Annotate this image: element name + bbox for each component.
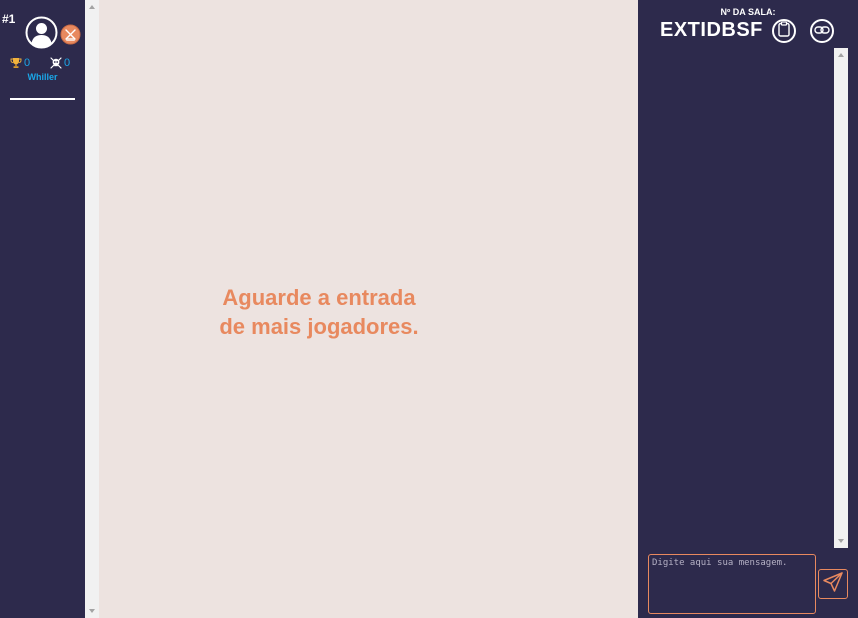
player-divider	[10, 98, 75, 100]
game-canvas[interactable]: Aguarde a entrada de mais jogadores.	[99, 0, 638, 618]
scroll-up-arrow[interactable]	[85, 0, 99, 14]
chat-message-input[interactable]	[648, 554, 816, 614]
chat-messages	[638, 48, 834, 548]
wins-count: 0	[24, 57, 31, 69]
send-message-button[interactable]	[818, 569, 848, 599]
share-link-button[interactable]	[810, 19, 834, 43]
room-panel: Nº DA SALA: EXTIDBSF	[638, 0, 858, 618]
chat-scrollbar[interactable]	[834, 48, 848, 548]
scroll-up-arrow[interactable]	[834, 48, 848, 62]
skull-icon	[50, 57, 62, 69]
player-name: Whiller	[27, 72, 58, 82]
waiting-message: Aguarde a entrada de mais jogadores.	[99, 283, 539, 341]
wins-stat: 0	[10, 57, 30, 69]
link-icon	[814, 22, 830, 40]
trophy-icon	[10, 57, 22, 69]
copy-room-button[interactable]	[772, 19, 796, 43]
scroll-down-arrow[interactable]	[834, 534, 848, 548]
clipboard-icon	[777, 20, 791, 42]
room-code: EXTIDBSF	[660, 19, 763, 41]
kills-count: 0	[64, 57, 71, 69]
scroll-down-arrow[interactable]	[85, 604, 99, 618]
kick-player-icon[interactable]	[60, 24, 81, 45]
players-sidebar: #1 0 0 Whiller	[0, 0, 85, 618]
player-stats: 0 0	[10, 57, 76, 71]
players-scrollbar[interactable]	[85, 0, 99, 618]
user-circle-icon	[25, 16, 58, 49]
kills-stat: 0	[50, 57, 70, 69]
waiting-line-2: de mais jogadores.	[219, 314, 419, 339]
player-rank: #1	[2, 12, 16, 26]
room-number-label: Nº DA SALA:	[720, 7, 776, 17]
paper-plane-icon	[822, 571, 844, 598]
waiting-line-1: Aguarde a entrada	[222, 285, 416, 310]
